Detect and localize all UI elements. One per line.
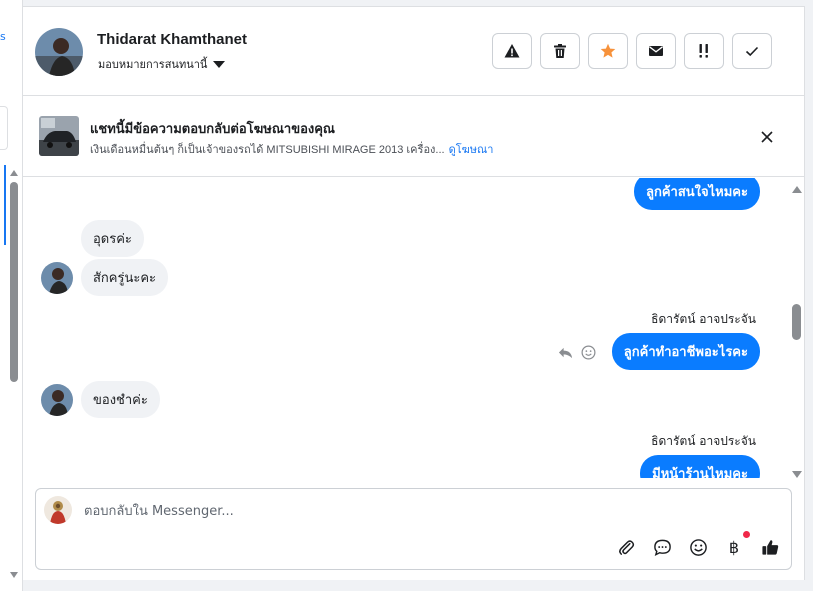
scroll-up-arrow-icon[interactable]: [792, 186, 802, 193]
chat-bubble-icon: [653, 539, 671, 556]
incoming-message[interactable]: อุดรค่ะ: [81, 220, 144, 257]
incoming-message[interactable]: ของชำค่ะ: [81, 381, 160, 418]
emoji-button[interactable]: [688, 537, 708, 557]
exclamation-icon: [699, 44, 708, 58]
chevron-down-icon: [213, 60, 226, 68]
scroll-up-arrow-icon[interactable]: [10, 170, 18, 176]
scrollbar-thumb[interactable]: [792, 304, 801, 340]
ad-description-text: เงินเดือนหมื่นต้นๆ ก็เป็นเจ้าของรถได้ MI…: [90, 144, 445, 156]
reply-input[interactable]: [84, 501, 584, 521]
close-icon: [761, 131, 773, 143]
baht-currency-icon: ฿: [728, 537, 740, 557]
scroll-down-arrow-icon[interactable]: [10, 572, 18, 578]
delete-button[interactable]: [540, 33, 580, 69]
star-button[interactable]: [588, 33, 628, 69]
assign-conversation-label: มอบหมายการสนทนานี้: [98, 58, 208, 71]
saved-replies-button[interactable]: [652, 537, 672, 557]
contact-avatar-small[interactable]: [41, 262, 73, 294]
ad-banner-description: เงินเดือนหมื่นต้นๆ ก็เป็นเจ้าของรถได้ MI…: [90, 140, 493, 158]
assign-conversation-dropdown[interactable]: มอบหมายการสนทนานี้: [98, 55, 226, 73]
close-banner-button[interactable]: [757, 127, 777, 147]
incoming-message[interactable]: สักครู่นะคะ: [81, 259, 169, 296]
attach-button[interactable]: [616, 537, 636, 557]
emoji-reaction-icon[interactable]: [581, 345, 596, 360]
check-icon: [745, 46, 759, 57]
contact-avatar[interactable]: [35, 28, 83, 76]
outgoing-message[interactable]: มีหน้าร้านไหมคะ: [640, 455, 760, 478]
ad-thumbnail[interactable]: [39, 116, 79, 156]
scrollbar-thumb[interactable]: [10, 182, 18, 382]
paperclip-icon: [618, 539, 634, 555]
payment-button[interactable]: ฿: [724, 531, 750, 557]
conversation-header: Thidarat Khamthanet มอบหมายการสนทนานี้: [23, 7, 804, 96]
sender-name: ธิดารัตน์ อาจประจัน: [651, 312, 756, 326]
follow-up-button[interactable]: [684, 33, 724, 69]
view-ad-link[interactable]: ดูโฆษณา: [449, 144, 494, 156]
left-panel-input-edge[interactable]: [0, 106, 8, 150]
left-panel-scrollbar[interactable]: [8, 168, 21, 580]
sender-name: ธิดารัตน์ อาจประจัน: [651, 434, 756, 448]
composer-toolbar: ฿: [616, 531, 780, 557]
ad-banner-title: แชทนี้มีข้อความตอบกลับต่อโฆษณาของคุณ: [90, 122, 335, 137]
emoji-icon: [689, 538, 707, 556]
page-avatar: [44, 496, 72, 524]
scroll-down-arrow-icon[interactable]: [792, 471, 802, 478]
like-button[interactable]: [760, 537, 780, 557]
left-panel-selection-indicator: [4, 165, 6, 245]
left-panel-edge: s: [0, 0, 23, 591]
conversation-actions: [492, 33, 772, 69]
outgoing-message[interactable]: ลูกค้าทำอาชีพอะไรคะ: [611, 333, 760, 370]
envelope-icon: [649, 46, 663, 56]
message-tools: [558, 345, 596, 360]
mark-unread-button[interactable]: [636, 33, 676, 69]
thumbs-up-icon: [761, 539, 778, 555]
mark-done-button[interactable]: [732, 33, 772, 69]
message-composer: ฿: [35, 488, 792, 570]
contact-name[interactable]: Thidarat Khamthanet: [97, 31, 247, 48]
left-panel-text-fragment: s: [0, 30, 6, 43]
trash-icon: [554, 44, 566, 58]
conversation-panel: Thidarat Khamthanet มอบหมายการสนทนานี้ แ…: [23, 6, 805, 580]
reply-icon[interactable]: [558, 345, 573, 360]
warning-icon: [504, 44, 520, 58]
outgoing-message[interactable]: ลูกค้าสนใจไหมคะ: [634, 178, 760, 210]
star-icon: [600, 43, 616, 58]
notification-dot: [743, 531, 750, 538]
spam-button[interactable]: [492, 33, 532, 69]
message-scrollbar[interactable]: [790, 184, 803, 480]
ad-reply-banner: แชทนี้มีข้อความตอบกลับต่อโฆษณาของคุณ เงิ…: [23, 97, 804, 177]
contact-avatar-small[interactable]: [41, 384, 73, 416]
message-list[interactable]: ลูกค้าสนใจไหมคะ อุดรค่ะ สักครู่นะคะ ธิดา…: [23, 178, 793, 478]
